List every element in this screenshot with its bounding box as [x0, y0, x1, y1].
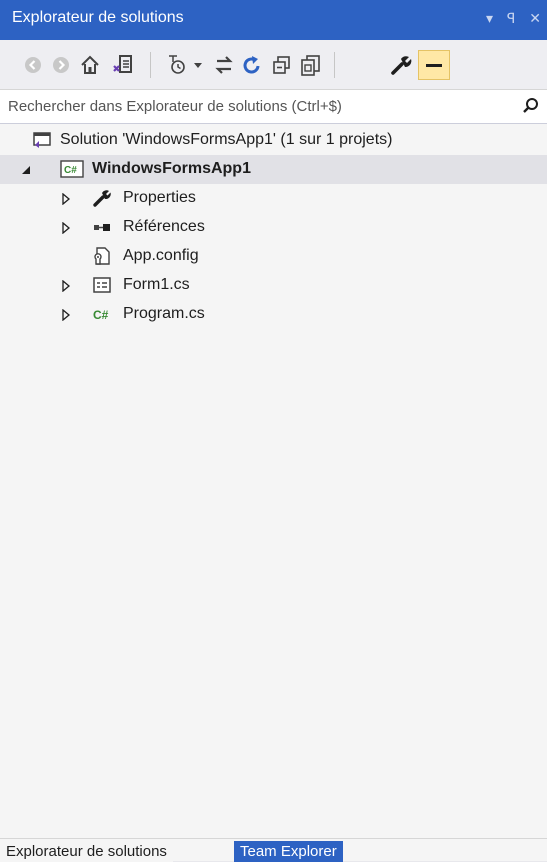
tab-team-explorer[interactable]: Team Explorer [234, 841, 343, 862]
toolbar-separator [334, 52, 335, 78]
toolbar-separator [150, 52, 151, 78]
collapsed-icon[interactable] [60, 192, 72, 206]
pin-icon[interactable]: ꟼ [507, 10, 515, 27]
chevron-down-icon[interactable] [192, 50, 204, 80]
tree-item-program[interactable]: C# Program.cs [0, 300, 547, 329]
item-label: Form1.cs [123, 276, 190, 293]
back-icon[interactable] [22, 50, 44, 80]
csharp-badge: C# [64, 165, 77, 176]
form-icon [92, 275, 112, 295]
panel-title-bar: Explorateur de solutions ▾ ꟼ ✕ [0, 0, 547, 40]
collapsed-icon[interactable] [60, 221, 72, 235]
tree-item-form1[interactable]: Form1.cs [0, 271, 547, 300]
collapsed-icon[interactable] [60, 279, 72, 293]
collapsed-icon[interactable] [60, 308, 72, 322]
panel-title: Explorateur de solutions [12, 9, 184, 26]
wrench-icon [92, 188, 112, 208]
show-all-files-icon[interactable] [298, 50, 324, 80]
forward-icon[interactable] [50, 50, 72, 80]
pending-changes-filter-icon[interactable] [164, 50, 190, 80]
search-icon[interactable] [521, 96, 541, 121]
collapse-all-icon[interactable] [270, 50, 294, 80]
expanded-icon[interactable] [20, 163, 32, 175]
dropdown-icon[interactable]: ▾ [486, 10, 493, 27]
csharp-file-badge: C# [93, 308, 109, 322]
item-label: Properties [123, 189, 196, 206]
solution-icon [32, 130, 52, 150]
solution-explorer-panel: Explorateur de solutions ▾ ꟼ ✕ Recherche… [0, 0, 547, 862]
config-file-icon [92, 246, 112, 266]
references-icon [92, 217, 112, 237]
toolbar [0, 40, 547, 90]
tree-item-solution[interactable]: Solution 'WindowsFormsApp1' (1 sur 1 pro… [0, 126, 547, 155]
solution-label: Solution 'WindowsFormsApp1' (1 sur 1 pro… [60, 131, 393, 148]
preview-selected-icon[interactable] [418, 50, 450, 80]
csharp-project-icon: C# [60, 159, 84, 179]
refresh-icon[interactable] [240, 50, 264, 80]
item-label: Program.cs [123, 305, 205, 322]
home-icon[interactable] [78, 50, 102, 80]
tree-item-properties[interactable]: Properties [0, 184, 547, 213]
search-box[interactable]: Rechercher dans Explorateur de solutions… [0, 90, 547, 124]
properties-icon[interactable] [386, 50, 416, 80]
item-label: App.config [123, 247, 199, 264]
csharp-file-icon: C# [92, 304, 112, 324]
sync-active-document-icon[interactable] [212, 50, 236, 80]
close-icon[interactable]: ✕ [529, 10, 541, 27]
title-controls: ▾ ꟼ ✕ [476, 10, 541, 27]
tree-item-references[interactable]: Références [0, 213, 547, 242]
tool-window-tabs: Explorateur de solutions Team Explorer [0, 838, 547, 862]
tree-item-app-config[interactable]: App.config [0, 242, 547, 271]
search-input[interactable]: Rechercher dans Explorateur de solutions… [8, 98, 342, 115]
item-label: Références [123, 218, 205, 235]
tab-solution-explorer[interactable]: Explorateur de solutions [0, 841, 173, 862]
tree-item-project[interactable]: C# WindowsFormsApp1 [0, 155, 547, 184]
project-label: WindowsFormsApp1 [92, 160, 251, 177]
switch-views-icon[interactable] [110, 50, 136, 80]
